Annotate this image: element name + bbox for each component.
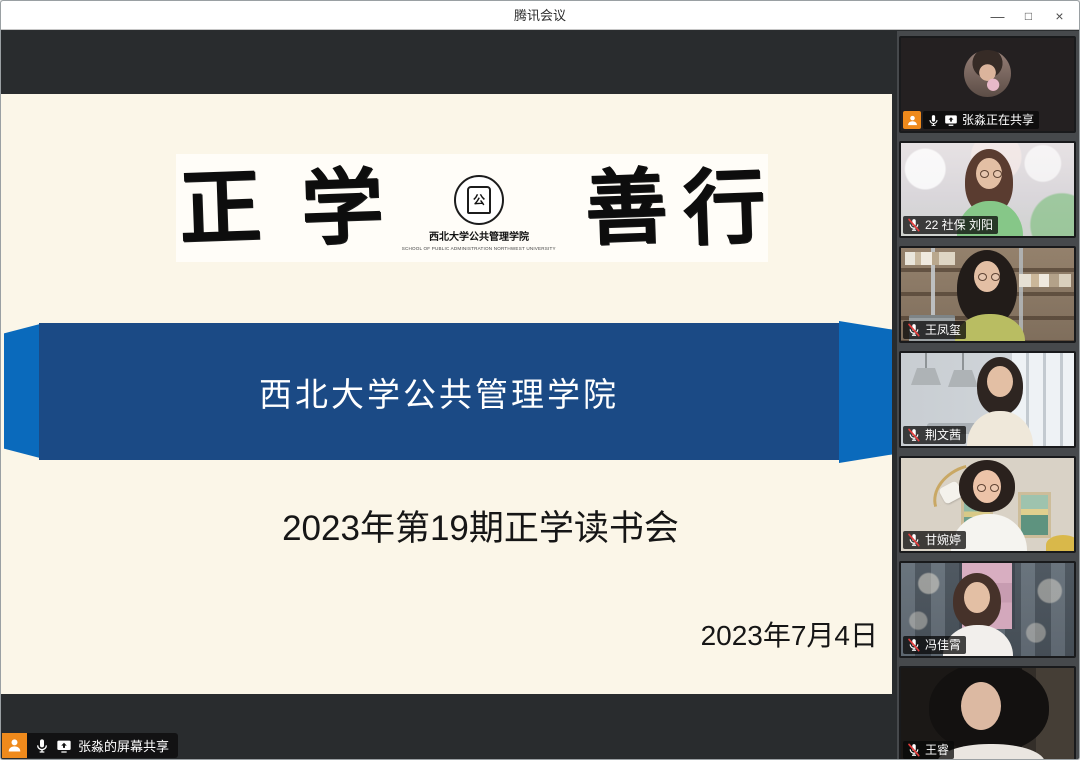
calligraphy-char-zheng: 正: [178, 166, 263, 251]
maximize-button[interactable]: □: [1013, 1, 1044, 30]
participants-sidebar[interactable]: 张淼正在共享 22 社保 刘阳: [897, 31, 1080, 759]
school-seal: 公 西北大学公共管理学院 SCHOOL OF PUBLIC ADMINISTRA…: [413, 175, 545, 252]
host-icon: [2, 733, 27, 758]
mic-muted-icon: [907, 428, 921, 442]
glasses: [978, 273, 1000, 281]
lamp: [911, 368, 941, 385]
mic-on-icon: [927, 114, 940, 127]
slide-date: 2023年7月4日: [701, 614, 878, 654]
glasses: [977, 484, 999, 492]
participant-name: 甘婉婷: [925, 533, 961, 547]
mic-muted-icon: [907, 218, 921, 232]
seal-title: 西北大学公共管理学院: [429, 228, 529, 243]
mic-on-icon: [34, 738, 50, 754]
minimize-button[interactable]: —: [982, 1, 1013, 30]
bookshelf: [905, 252, 955, 265]
screen-share-icon: [56, 738, 72, 754]
cushion: [1046, 535, 1076, 553]
participant-tile-6[interactable]: 冯佳霄: [899, 561, 1076, 658]
main-area: 正 学 公 西北大学公共管理学院 SCHOOL OF PUBLIC ADMINI…: [1, 31, 1079, 759]
person-icon: [906, 114, 919, 127]
lamp: [948, 370, 978, 387]
participant-tile-2[interactable]: 22 社保 刘阳: [899, 141, 1076, 238]
session-title: 2023年第19期正学读书会: [1, 500, 892, 551]
seal-glyph: 公: [467, 186, 491, 214]
avatar: [964, 50, 1011, 97]
tencent-meeting-window: 腾讯会议 — □ × 正 学 公 西北大学公共管理学院 SCHOOL OF PU…: [0, 0, 1080, 760]
ribbon-right-fold: [839, 321, 892, 463]
mic-muted-icon: [907, 743, 921, 757]
school-name: 西北大学公共管理学院: [259, 368, 619, 416]
ribbon-left-fold: [4, 324, 40, 458]
close-button[interactable]: ×: [1044, 1, 1075, 30]
calligraphy-char-xue: 学: [300, 166, 385, 251]
participant-tile-5[interactable]: 甘婉婷: [899, 456, 1076, 553]
presentation-slide: 正 学 公 西北大学公共管理学院 SCHOOL OF PUBLIC ADMINI…: [1, 94, 892, 694]
seal-subtitle: SCHOOL OF PUBLIC ADMINISTRATION NORTHWES…: [402, 246, 556, 252]
participant-name: 22 社保 刘阳: [925, 218, 993, 232]
person-icon: [6, 737, 23, 754]
calligraphy-char-xing: 行: [682, 166, 767, 251]
shared-screen-stage: 正 学 公 西北大学公共管理学院 SCHOOL OF PUBLIC ADMINI…: [1, 31, 897, 759]
participant-tile-4[interactable]: 荆文茜: [899, 351, 1076, 448]
participant-tile-3[interactable]: 王凤玺: [899, 246, 1076, 343]
bookshelf: [1019, 274, 1071, 287]
titlebar: 腾讯会议 — □ ×: [1, 1, 1079, 30]
lamp: [925, 353, 927, 369]
participant-tile-1[interactable]: 张淼正在共享: [899, 36, 1076, 133]
participant-name: 王凤玺: [925, 323, 961, 337]
window-title: 腾讯会议: [1, 1, 1079, 30]
mic-muted-icon: [907, 323, 921, 337]
participant-name: 王睿: [925, 743, 949, 757]
participant-name: 张淼正在共享: [962, 113, 1034, 127]
participant-name: 荆文茜: [925, 428, 961, 442]
wall-painting: [1018, 492, 1051, 538]
participant-name: 冯佳霄: [925, 638, 961, 652]
screen-share-icon: [944, 113, 958, 127]
mic-muted-icon: [907, 638, 921, 652]
screen-share-indicator: 张淼的屏幕共享: [2, 733, 178, 758]
glasses: [980, 170, 1002, 178]
ribbon-banner: 西北大学公共管理学院: [39, 323, 839, 460]
lamp: [962, 353, 964, 371]
seal-emblem-icon: 公: [454, 175, 504, 225]
calligraphy-char-shan: 善: [584, 166, 669, 251]
calligraphy-banner: 正 学 公 西北大学公共管理学院 SCHOOL OF PUBLIC ADMINI…: [176, 154, 768, 262]
mic-muted-icon: [907, 533, 921, 547]
host-icon: [903, 111, 921, 129]
participant-tile-7[interactable]: 王睿: [899, 666, 1076, 759]
share-label: 张淼的屏幕共享: [78, 736, 169, 755]
window-controls: — □ ×: [982, 1, 1075, 30]
